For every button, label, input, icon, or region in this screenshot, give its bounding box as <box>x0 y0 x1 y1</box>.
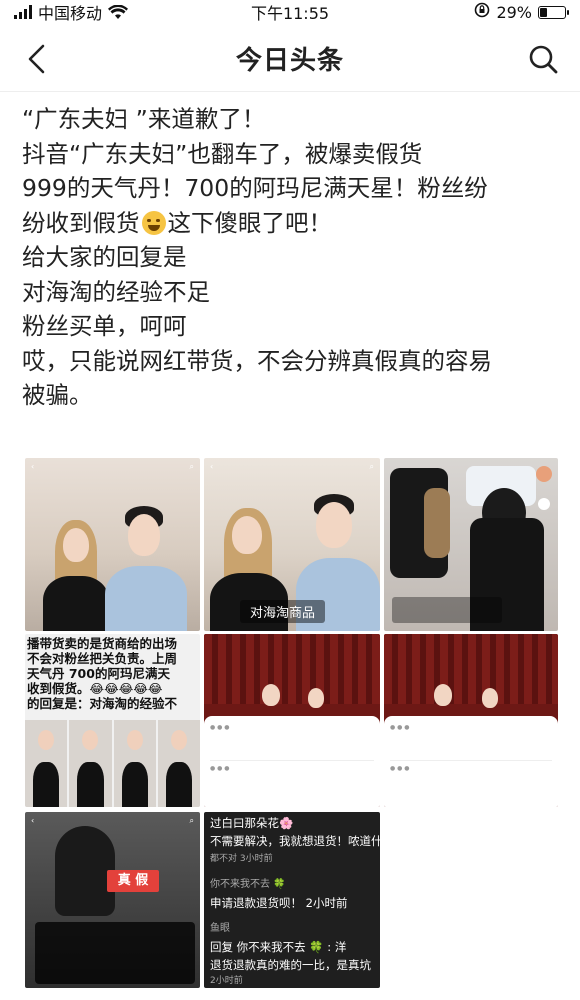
post-line: 被骗。 <box>22 381 93 409</box>
comment-time: 2小时前 <box>210 976 243 986</box>
woman-figure <box>482 688 498 708</box>
comment-user: ● ● ● <box>390 724 410 731</box>
comment-user: ● ● ● <box>390 765 410 772</box>
page-title: 今日头条 <box>235 46 344 76</box>
curtain-background <box>384 634 558 704</box>
post-image-7[interactable]: ‹ ⌕ 真 假 <box>25 812 200 988</box>
post-image-8[interactable]: 过白曰那朵花🌸 不需要解决，我就想退货！哝道什 都不对 3小时前 你不来我不去 … <box>204 812 380 988</box>
man-figure <box>262 684 280 706</box>
post-image-4[interactable]: 播带货卖的是货商给的出场 不会对粉丝把关负责。上周 天气丹 700的阿玛尼满天 … <box>25 634 200 807</box>
post-line-part: 纷收到假货 <box>22 208 140 237</box>
man-figure <box>434 684 452 706</box>
post-line-part: 这下傻眼了吧！ <box>167 208 333 237</box>
post-image-2[interactable]: ‹ ⌕ 对海淘商品 <box>204 458 380 631</box>
woman-figure <box>308 688 324 708</box>
overlay-line: 收到假货。😂😂😂😂😂 <box>27 681 163 696</box>
search-button[interactable] <box>526 42 560 76</box>
clock-time: 下午11:55 <box>250 4 330 23</box>
search-icon <box>529 45 558 74</box>
overlay-line: 不会对粉丝把关负责。上周 <box>27 651 178 666</box>
orientation-lock-icon <box>474 2 490 22</box>
back-button[interactable] <box>20 42 54 76</box>
nav-bar: 今日头条 <box>0 26 580 92</box>
comment-text: 回复 你不来我不去 🍀 : 洋 <box>210 940 347 954</box>
post-text: “广东夫妇 ”来道歉了！ 抖音“广东夫妇”也翻车了，被爆卖假货 999的天气丹！… <box>22 102 562 413</box>
woman-silhouette <box>55 826 115 916</box>
crying-laughing-emoji-icon <box>141 210 166 235</box>
comment-user: 你不来我不去 🍀 <box>210 879 286 890</box>
post-line: 999的天气丹！700的阿玛尼满天星！粉丝纷 <box>22 174 488 202</box>
post-line: 给大家的回复是 <box>22 243 187 271</box>
post-line: 粉丝买单，呵呵 <box>22 312 187 340</box>
video-topbar: ‹ ⌕ <box>31 462 194 471</box>
post-line: 对海淘的经验不足 <box>22 277 210 306</box>
overlay-line: 天气丹 700的阿玛尼满天 <box>27 666 170 681</box>
comment-placeholder <box>41 926 189 936</box>
video-topbar: ‹ ⌕ <box>31 816 194 825</box>
post-line: 哎，只能说网红带货，不会分辨真假真的容易 <box>22 346 492 375</box>
thumbnail <box>25 720 68 807</box>
battery-percent: 29% <box>496 2 532 22</box>
comment-sheet: ● ● ● ● ● ● <box>384 716 558 807</box>
chevron-left-icon <box>28 44 45 74</box>
comment-user: ● ● ● <box>210 724 230 731</box>
heart-icon <box>538 498 550 510</box>
battery-icon <box>538 5 569 19</box>
status-bar: 中国移动 下午11:55 29% <box>0 0 580 24</box>
signal-icon <box>14 5 32 19</box>
screenshot-text-overlay: 播带货卖的是货商给的出场 不会对粉丝把关负责。上周 天气丹 700的阿玛尼满天 … <box>27 636 199 711</box>
real-fake-badge: 真 假 <box>107 870 159 892</box>
comment-user: ● ● ● <box>210 765 230 772</box>
comment-user: 过白曰那朵花🌸 <box>210 816 294 830</box>
thumbnail <box>157 720 200 807</box>
comment-placeholder <box>210 772 374 792</box>
comment-sheet: ● ● ● ● ● ● <box>204 716 380 807</box>
thumbnail-row <box>25 720 200 807</box>
comment-sheet <box>35 922 195 984</box>
comment-text: 申请退款退货呗！ 2小时前 <box>210 896 348 910</box>
post-line: 纷收到假货 这下傻眼了吧！ <box>22 206 562 241</box>
thumbnail <box>113 720 156 807</box>
comment-text: 不需要解决，我就想退货！哝道什 <box>210 834 380 848</box>
comment-time: 都不对 3小时前 <box>210 854 273 864</box>
post-line: 抖音“广东夫妇”也翻车了，被爆卖假货 <box>22 139 423 168</box>
thumbnail <box>69 720 112 807</box>
wifi-icon <box>108 4 129 20</box>
post-image-6[interactable]: ● ● ● ● ● ● <box>384 634 558 807</box>
comment-placeholder <box>390 772 552 792</box>
post-image-1[interactable]: ‹ ⌕ <box>25 458 200 631</box>
overlay-line: 播带货卖的是货商给的出场 <box>27 636 178 651</box>
curtain-background <box>204 634 380 704</box>
video-info-overlay <box>392 597 502 623</box>
post-line: “广东夫妇 ”来道歉了！ <box>22 105 266 133</box>
avatar <box>536 466 552 482</box>
video-caption: 对海淘商品 <box>240 600 326 623</box>
comment-user: 鱼眼 <box>210 923 230 934</box>
battery-level-fill <box>540 7 547 17</box>
carrier-label: 中国移动 <box>38 4 103 23</box>
comment-text: 退货退款真的难的一比，是真坑 <box>210 958 371 972</box>
post-image-5[interactable]: ● ● ● ● ● ● <box>204 634 380 807</box>
status-left: 中国移动 <box>14 0 129 24</box>
overlay-line: 的回复是：对海淘的经验不 <box>27 696 178 711</box>
post-image-3[interactable] <box>384 458 558 631</box>
comment-placeholder <box>390 731 552 761</box>
video-topbar: ‹ ⌕ <box>210 462 374 471</box>
status-right: 29% <box>474 2 569 22</box>
comment-placeholder <box>210 731 374 761</box>
